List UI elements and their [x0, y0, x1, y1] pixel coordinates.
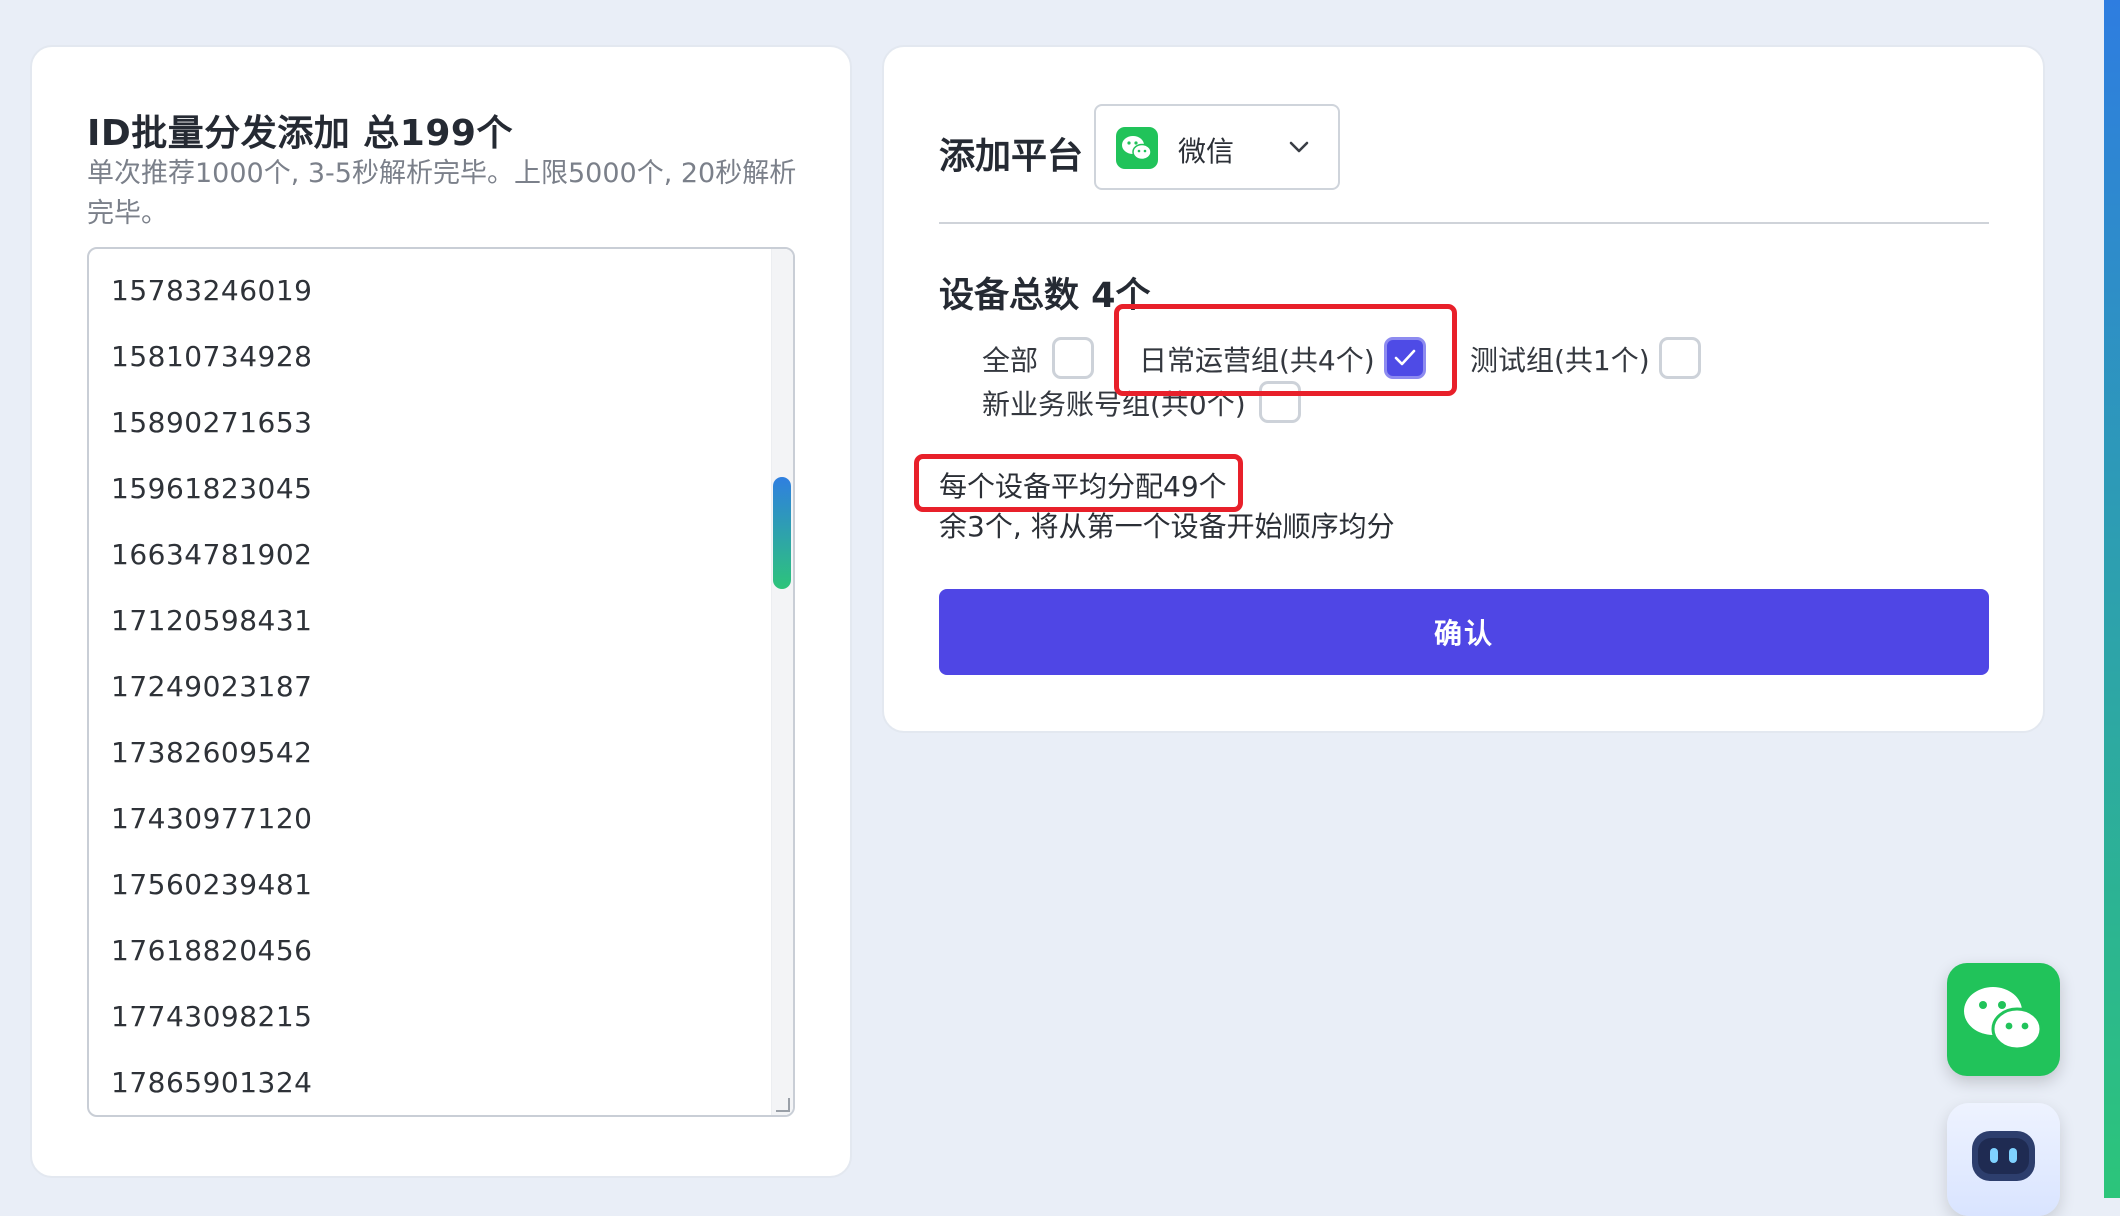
platform-select[interactable]: 微信 — [1094, 104, 1340, 190]
highlight-box — [1114, 304, 1457, 396]
id-item: 17743098215 — [111, 1000, 313, 1033]
robot-icon — [1972, 1131, 2035, 1181]
platform-select-value: 微信 — [1178, 135, 1235, 168]
group-test-checkbox[interactable] — [1659, 337, 1701, 379]
id-item: 17120598431 — [111, 604, 313, 637]
id-item: 17249023187 — [111, 670, 313, 703]
average-allocation-text: 每个设备平均分配49个 — [939, 470, 1227, 503]
divider — [939, 222, 1989, 224]
id-item: 15961823045 — [111, 472, 313, 505]
id-item: 17382609542 — [111, 736, 313, 769]
floating-wechat-button[interactable] — [1947, 963, 2060, 1076]
id-item: 16634781902 — [111, 538, 313, 571]
group-all-label: 全部 — [982, 344, 1039, 377]
id-list: 15783246019 15810734928 15890271653 1596… — [111, 261, 313, 1115]
id-batch-card: ID批量分发添加 总199个 单次推荐1000个, 3-5秒解析完毕。上限500… — [30, 45, 852, 1178]
scrollbar-track[interactable] — [771, 249, 793, 1115]
id-item: 15810734928 — [111, 340, 313, 373]
confirm-button[interactable]: 确认 — [939, 589, 1989, 675]
id-item: 17560239481 — [111, 868, 313, 901]
id-batch-description: 单次推荐1000个, 3-5秒解析完毕。上限5000个, 20秒解析完毕。 — [87, 158, 797, 229]
id-item: 15890271653 — [111, 406, 313, 439]
wechat-icon — [1964, 987, 2043, 1051]
resize-handle-icon[interactable] — [776, 1098, 790, 1112]
id-batch-title: ID批量分发添加 总199个 — [87, 113, 513, 154]
scrollbar-thumb[interactable] — [773, 477, 791, 589]
right-edge-bar — [2104, 0, 2120, 1198]
id-item: 15783246019 — [111, 274, 313, 307]
id-textarea[interactable]: 15783246019 15810734928 15890271653 1596… — [87, 247, 795, 1117]
id-item: 17430977120 — [111, 802, 313, 835]
group-all-checkbox[interactable] — [1052, 337, 1094, 379]
remainder-text: 余3个, 将从第一个设备开始顺序均分 — [939, 510, 1395, 543]
platform-settings-card: 添加平台 微信 设备总数 4个 全部 日常运营组(共4个) 测试组(共1个) 新… — [882, 45, 2045, 733]
chevron-down-icon — [1288, 136, 1310, 158]
wechat-icon — [1116, 127, 1158, 169]
floating-assistant-button[interactable] — [1947, 1103, 2060, 1216]
group-test-label: 测试组(共1个) — [1470, 344, 1650, 377]
id-item: 17618820456 — [111, 934, 313, 967]
platform-label: 添加平台 — [939, 136, 1084, 177]
id-item: 17865901324 — [111, 1066, 313, 1099]
